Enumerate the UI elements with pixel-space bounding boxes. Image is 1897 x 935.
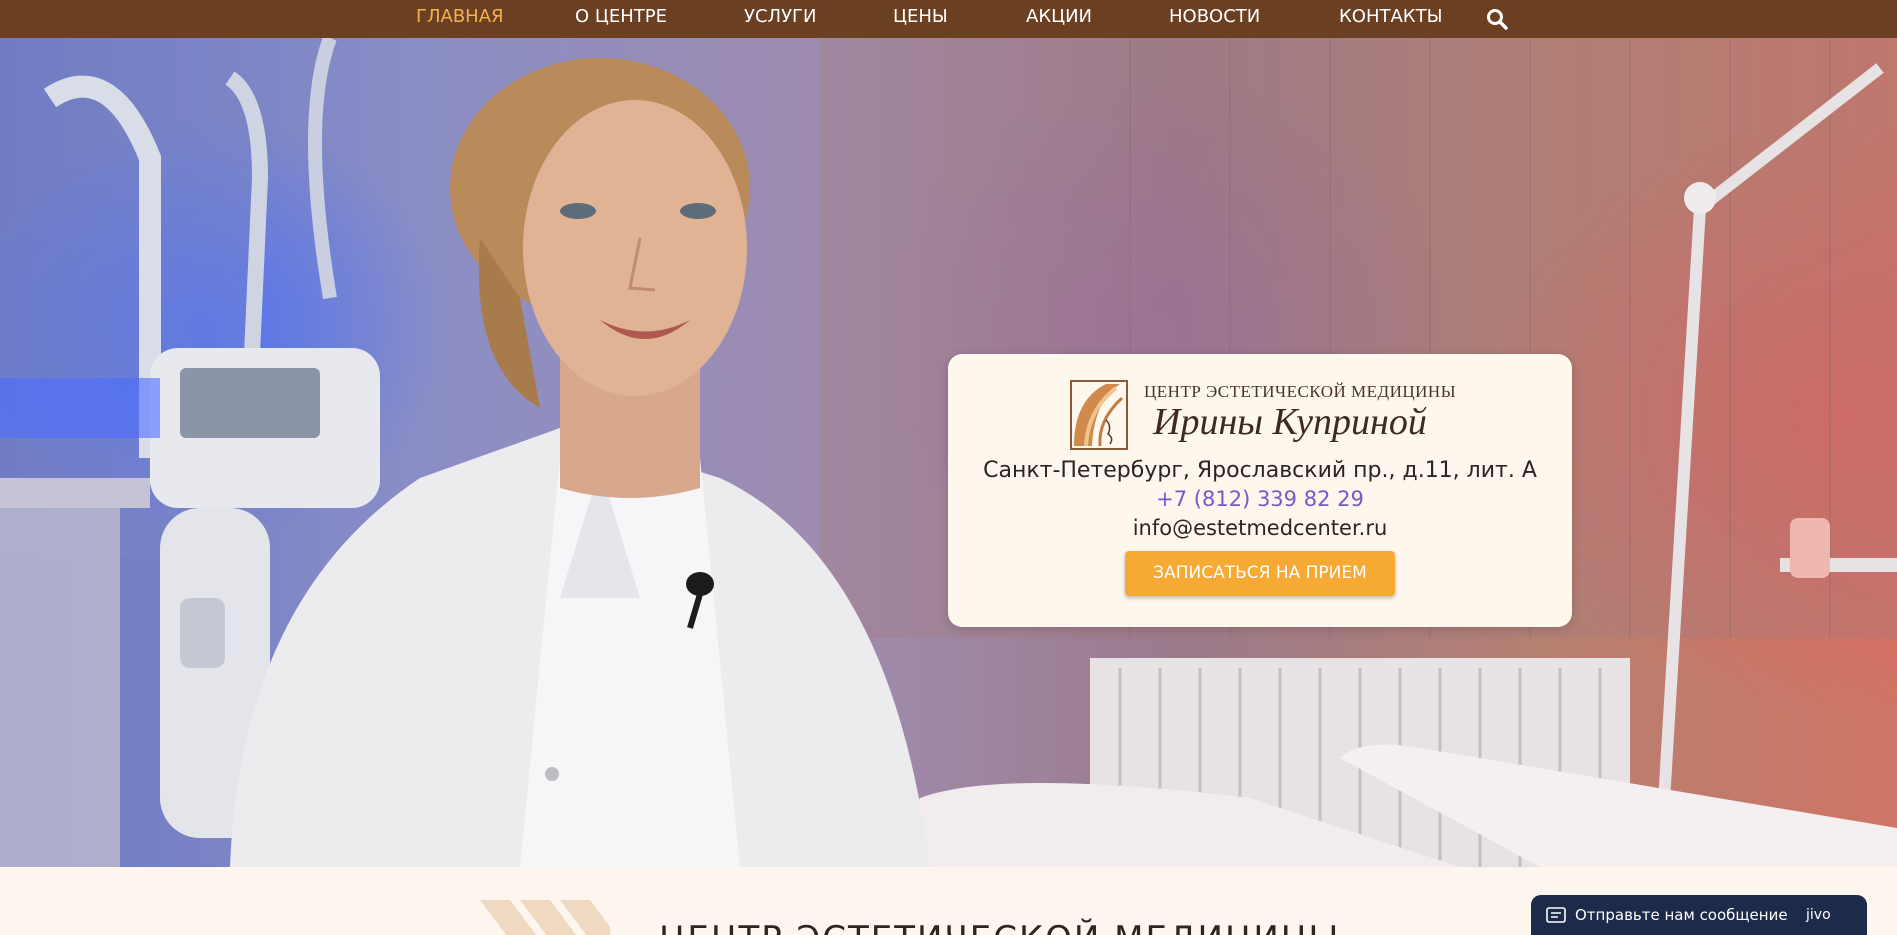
section-title: ЦЕНТР ЭСТЕТИЧЕСКОЙ МЕДИЦИНЫ [659, 919, 1340, 935]
hero-section: ЦЕНТР ЭСТЕТИЧЕСКОЙ МЕДИЦИНЫ Ирины Куприн… [0, 38, 1897, 867]
nav-item-news[interactable]: НОВОСТИ [1169, 0, 1260, 38]
contact-card: ЦЕНТР ЭСТЕТИЧЕСКОЙ МЕДИЦИНЫ Ирины Куприн… [948, 354, 1572, 627]
address-text: Санкт-Петербург, Ярославский пр., д.11, … [983, 458, 1537, 483]
top-nav: ГЛАВНАЯ О ЦЕНТРЕ УСЛУГИ ЦЕНЫ АКЦИИ НОВОС… [0, 0, 1897, 38]
message-icon [1546, 907, 1566, 923]
decor-stripes [480, 900, 610, 935]
logo-title: ЦЕНТР ЭСТЕТИЧЕСКОЙ МЕДИЦИНЫ [1144, 382, 1457, 401]
logo-icon [1070, 380, 1128, 450]
nav-item-about[interactable]: О ЦЕНТРЕ [575, 0, 667, 38]
nav-item-promotions[interactable]: АКЦИИ [1026, 0, 1092, 38]
nav-item-prices[interactable]: ЦЕНЫ [893, 0, 948, 38]
nav-item-home[interactable]: ГЛАВНАЯ [416, 0, 504, 38]
book-appointment-button[interactable]: ЗАПИСАТЬСЯ НА ПРИЕМ [1125, 551, 1395, 596]
chat-brand: jivo [1806, 907, 1831, 923]
phone-link[interactable]: +7 (812) 339 82 29 [948, 487, 1572, 511]
nav-item-contacts[interactable]: КОНТАКТЫ [1339, 0, 1442, 38]
chat-widget-button[interactable]: Отправьте нам сообщение jivo [1531, 895, 1867, 935]
search-icon[interactable] [1486, 8, 1508, 30]
email-link[interactable]: info@estetmedcenter.ru [948, 516, 1572, 540]
logo-name: Ирины Куприной [1153, 401, 1427, 443]
chat-label: Отправьте нам сообщение [1575, 906, 1788, 924]
nav-item-services[interactable]: УСЛУГИ [744, 0, 816, 38]
